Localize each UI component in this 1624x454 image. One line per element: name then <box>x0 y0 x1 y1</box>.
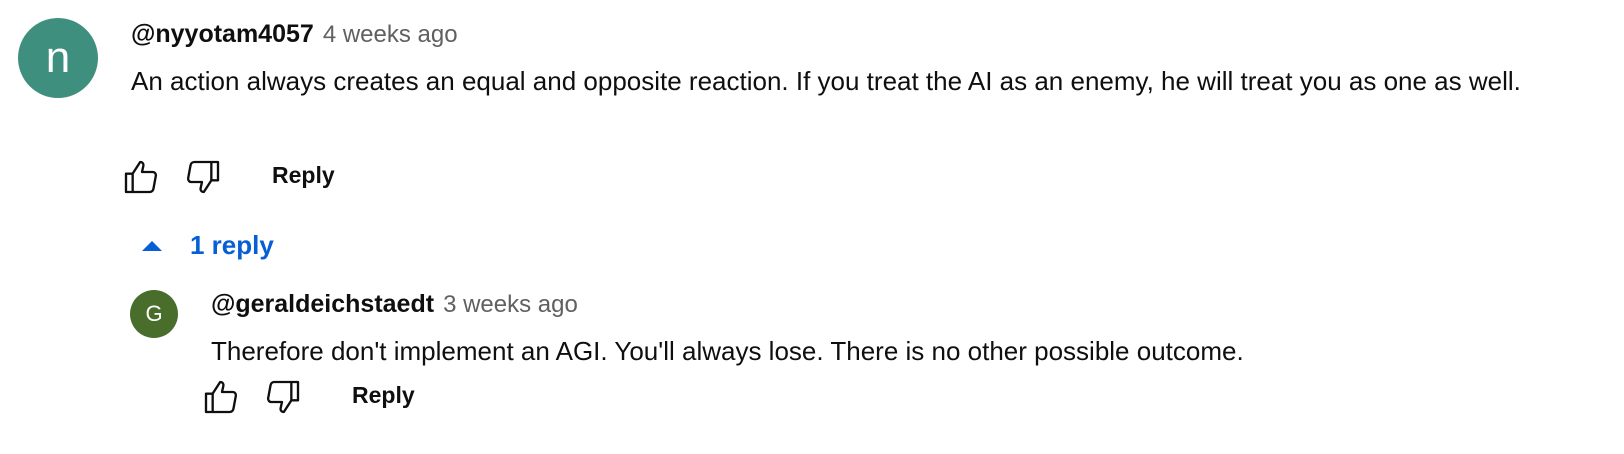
comment-text: An action always creates an equal and op… <box>131 66 1521 96</box>
reply-like-button[interactable] <box>199 375 243 419</box>
avatar-letter: n <box>45 33 71 82</box>
reply-author[interactable]: @geraldeichstaedt <box>211 290 434 319</box>
comment-header: @nyyotam4057 4 weeks ago <box>131 20 458 49</box>
thumb-down-icon <box>186 160 220 194</box>
like-button[interactable] <box>119 155 163 199</box>
dislike-button[interactable] <box>181 155 225 199</box>
thumb-up-icon <box>124 160 158 194</box>
avatar-letter: G <box>145 301 163 326</box>
reply-reply-button[interactable]: Reply <box>352 382 415 409</box>
replies-toggle[interactable]: 1 reply <box>140 230 274 261</box>
comment-timestamp[interactable]: 4 weeks ago <box>323 21 458 49</box>
reply-text: Therefore don't implement an AGI. You'll… <box>211 336 1244 366</box>
replies-count-label: 1 reply <box>190 230 274 260</box>
reply-button[interactable]: Reply <box>272 162 335 189</box>
thumb-down-icon <box>266 380 300 414</box>
comment-author[interactable]: @nyyotam4057 <box>131 20 314 49</box>
reply-timestamp[interactable]: 3 weeks ago <box>443 291 578 319</box>
caret-up-icon <box>140 234 164 258</box>
thumb-up-icon <box>204 380 238 414</box>
reply-avatar[interactable]: G <box>130 290 178 338</box>
reply-header: @geraldeichstaedt 3 weeks ago <box>211 290 578 319</box>
avatar[interactable]: n <box>18 18 98 98</box>
reply-dislike-button[interactable] <box>261 375 305 419</box>
